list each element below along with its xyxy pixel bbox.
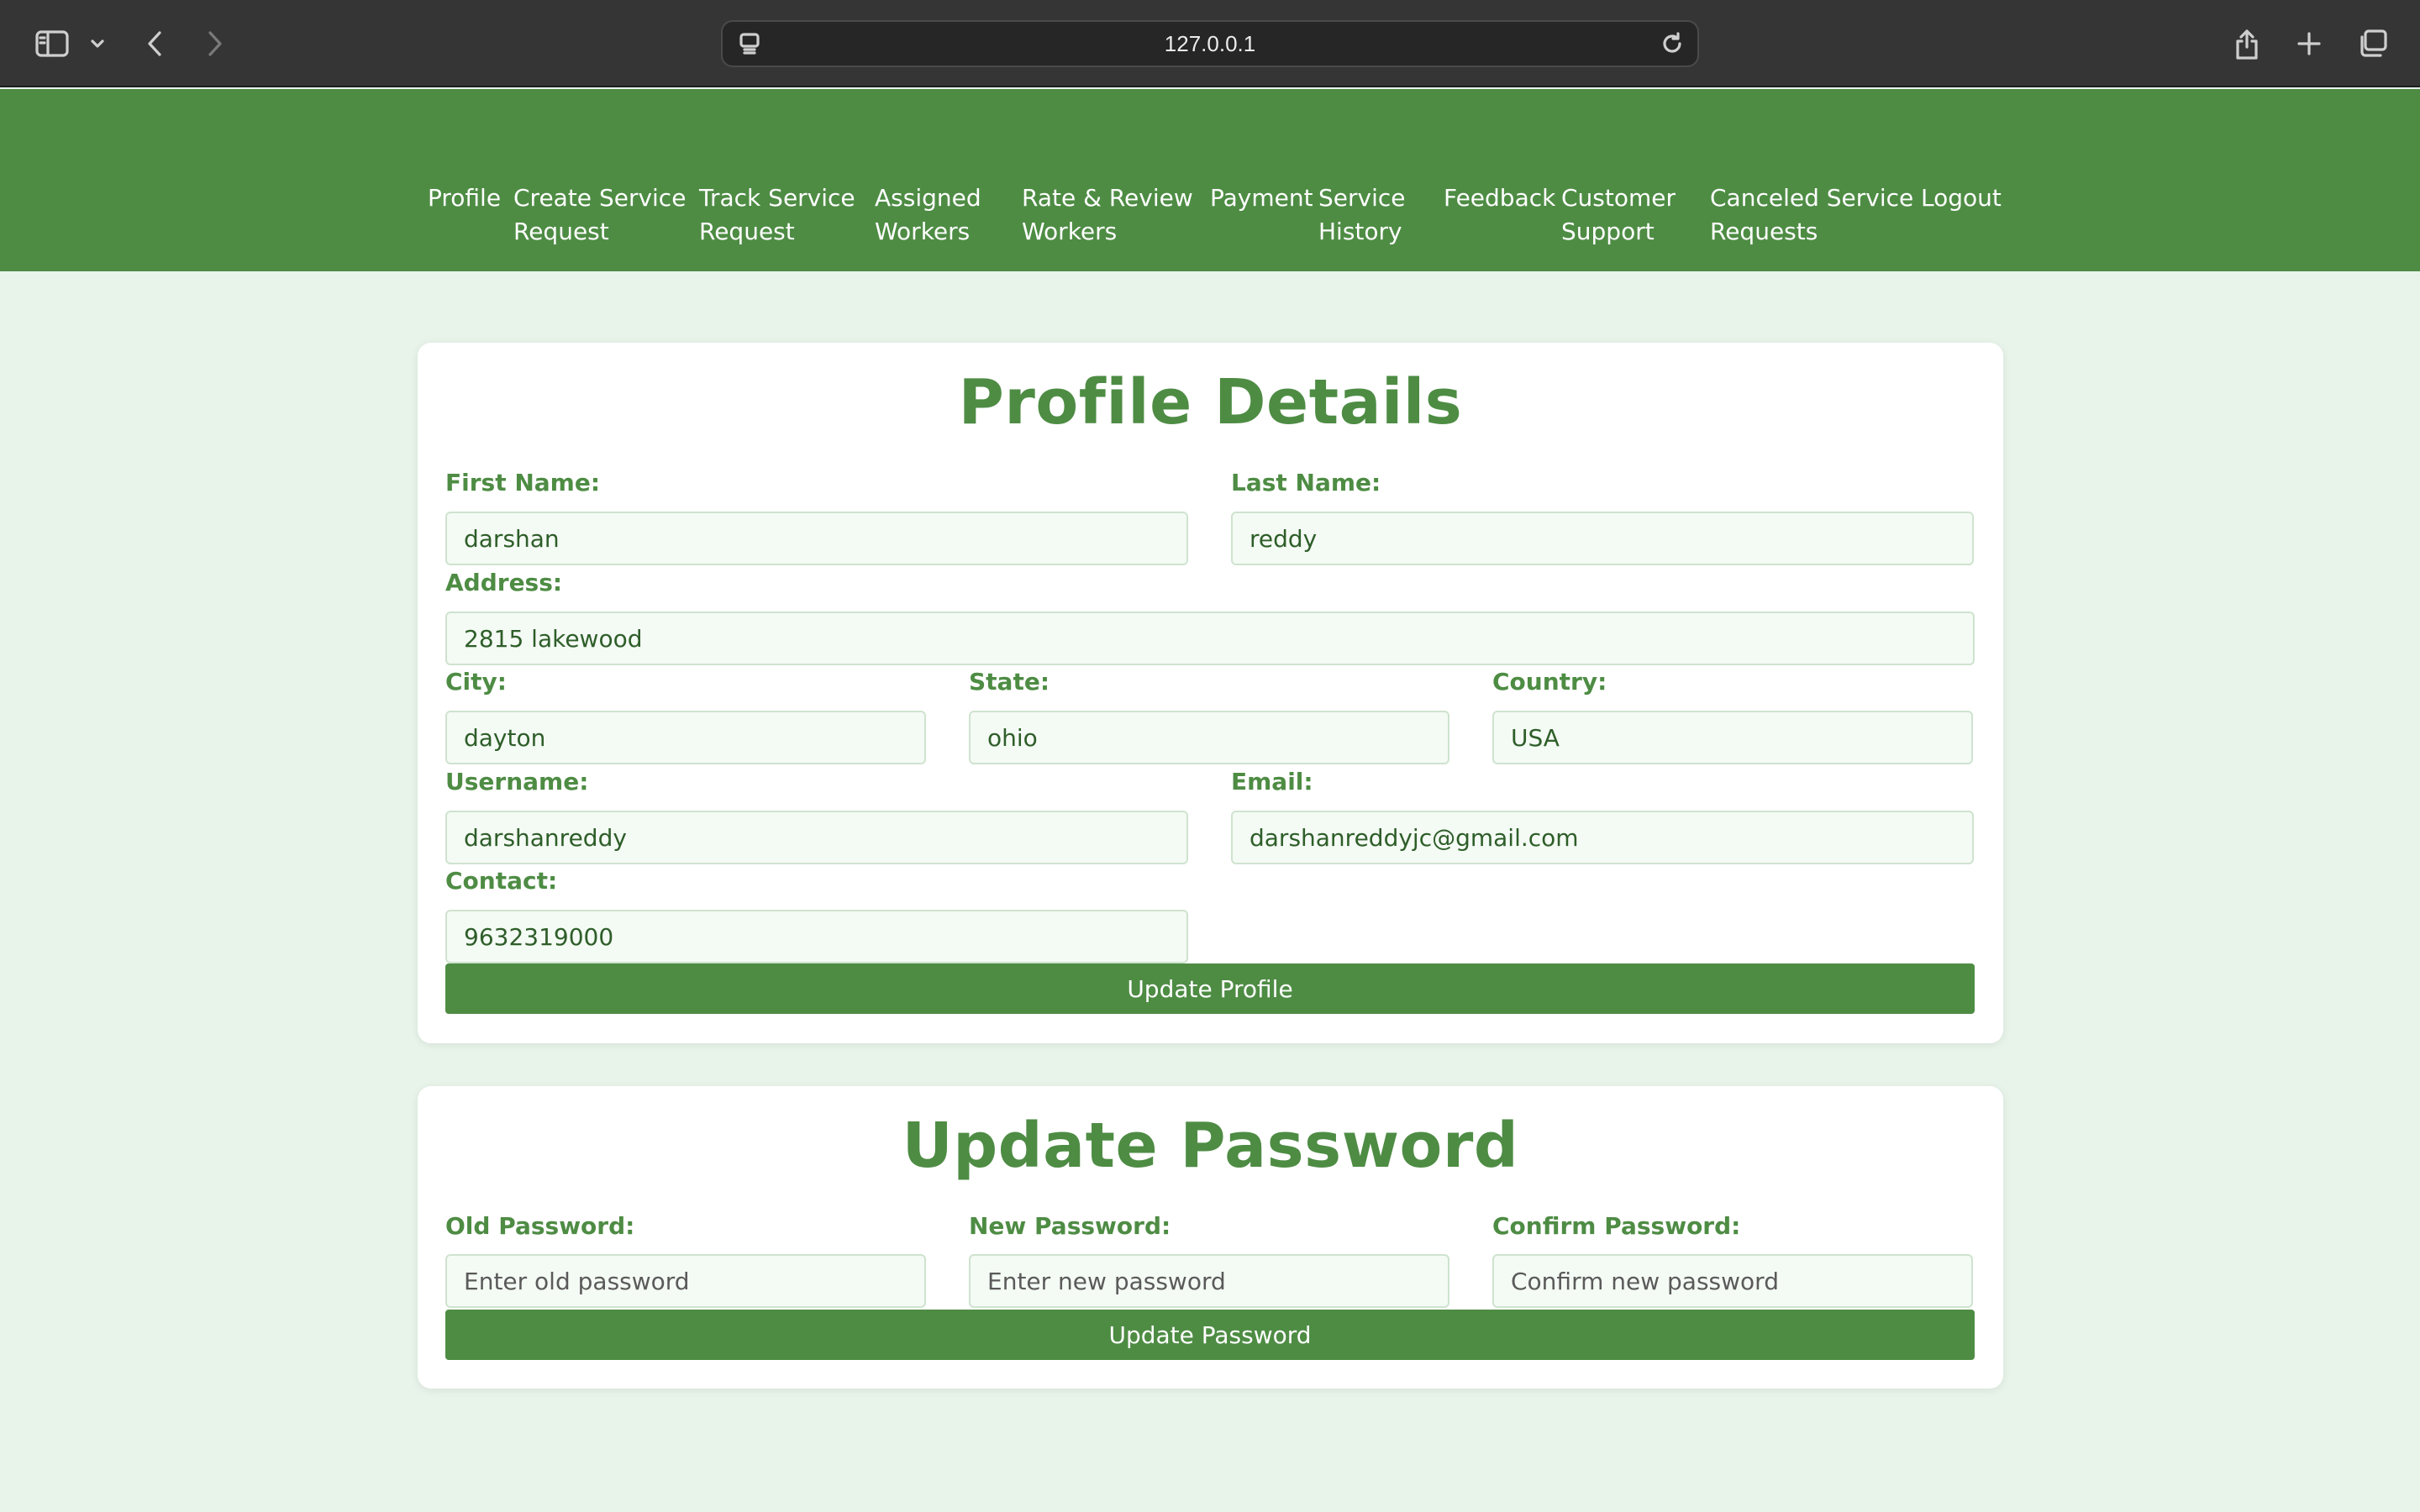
profile-details-card: Profile Details First Name: Last Name: A…: [418, 343, 2003, 1043]
country-input[interactable]: [1492, 711, 1973, 764]
share-icon[interactable]: [2230, 20, 2264, 67]
nav-assigned-workers[interactable]: Assigned Workers: [875, 181, 981, 249]
update-password-card: Update Password Old Password: New Passwo…: [418, 1086, 2003, 1389]
nav-create-service-request[interactable]: Create Service Request: [513, 181, 686, 249]
address-input[interactable]: [445, 612, 1975, 665]
tabs-overview-icon[interactable]: [2354, 20, 2390, 67]
country-label: Country:: [1492, 668, 1607, 696]
nav-logout[interactable]: Logout: [1921, 181, 2002, 215]
chevron-down-icon[interactable]: [87, 20, 108, 67]
nav-rate-review-workers[interactable]: Rate & Review Workers: [1022, 181, 1193, 249]
contact-input[interactable]: [445, 910, 1188, 963]
confirm-password-input[interactable]: [1492, 1254, 1973, 1308]
browser-toolbar: 127.0.0.1: [0, 0, 2420, 87]
city-label: City:: [445, 668, 507, 696]
back-icon[interactable]: [139, 20, 170, 67]
update-password-button[interactable]: Update Password: [445, 1310, 1975, 1360]
state-input[interactable]: [969, 711, 1449, 764]
last-name-label: Last Name:: [1231, 469, 1381, 496]
nav-payment[interactable]: Payment: [1210, 181, 1313, 215]
contact-label: Contact:: [445, 867, 558, 895]
password-title: Update Password: [902, 1110, 1519, 1182]
main-navigation: Profile Create Service Request Track Ser…: [0, 89, 2420, 271]
address-bar[interactable]: 127.0.0.1: [721, 20, 1699, 67]
profile-title: Profile Details: [958, 366, 1463, 438]
old-password-label: Old Password:: [445, 1212, 635, 1240]
url-text[interactable]: 127.0.0.1: [723, 22, 1697, 66]
state-label: State:: [969, 668, 1050, 696]
email-input[interactable]: [1231, 811, 1974, 864]
nav-service-history[interactable]: Service History: [1318, 181, 1405, 249]
city-input[interactable]: [445, 711, 926, 764]
address-label: Address:: [445, 569, 563, 596]
new-tab-icon[interactable]: [2292, 20, 2326, 67]
nav-track-service-request[interactable]: Track Service Request: [699, 181, 855, 249]
first-name-label: First Name:: [445, 469, 601, 496]
new-password-input[interactable]: [969, 1254, 1449, 1308]
last-name-input[interactable]: [1231, 512, 1974, 565]
forward-icon[interactable]: [200, 20, 230, 67]
confirm-password-label: Confirm Password:: [1492, 1212, 1741, 1240]
new-password-label: New Password:: [969, 1212, 1171, 1240]
username-label: Username:: [445, 768, 589, 795]
nav-feedback[interactable]: Feedback: [1444, 181, 1555, 215]
first-name-input[interactable]: [445, 512, 1188, 565]
nav-customer-support[interactable]: Customer Support: [1561, 181, 1676, 249]
update-profile-button[interactable]: Update Profile: [445, 963, 1975, 1014]
sidebar-icon[interactable]: [32, 20, 72, 67]
old-password-input[interactable]: [445, 1254, 926, 1308]
username-input[interactable]: [445, 811, 1188, 864]
nav-profile[interactable]: Profile: [428, 181, 501, 215]
email-label: Email:: [1231, 768, 1313, 795]
reload-icon[interactable]: [1657, 22, 1687, 66]
nav-canceled-service-requests[interactable]: Canceled Service Requests: [1710, 181, 1913, 249]
